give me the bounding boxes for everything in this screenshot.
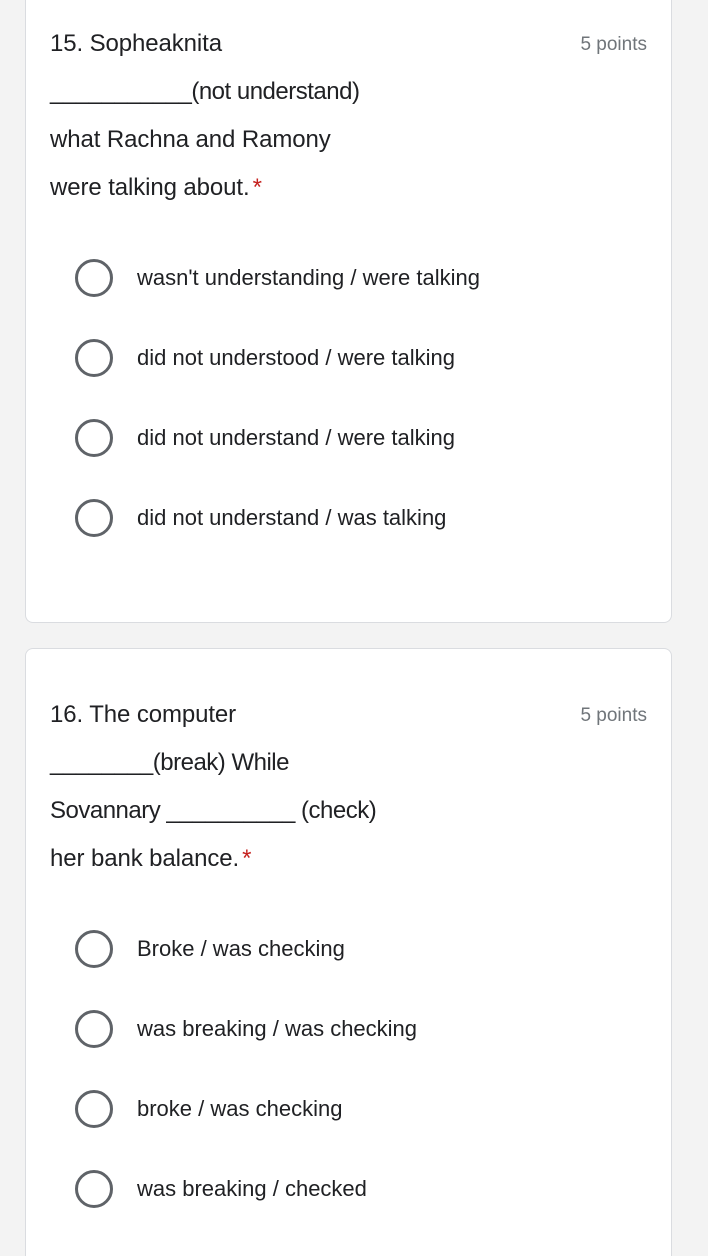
question-15-option-2-label: did not understood / were talking — [137, 345, 455, 370]
question-15-required-asterisk: * — [252, 174, 262, 201]
question-15-title-line-1: 15. Sopheaknita — [50, 30, 222, 57]
radio-button-icon[interactable] — [75, 419, 113, 457]
question-card-16-body: 16. The computer ________(break) While Sov… — [26, 649, 671, 1239]
question-15-option-1[interactable]: wasn't understanding / were talking — [50, 238, 647, 318]
question-16-header: 16. The computer ________(break) While Sov… — [50, 691, 647, 883]
radio-button-icon[interactable] — [75, 339, 113, 377]
question-15-title: 15. Sopheaknita ___________(not understan… — [50, 20, 568, 212]
question-15-title-line-3: what Rachna and Ramony — [50, 126, 331, 153]
radio-button-icon[interactable] — [75, 259, 113, 297]
question-16-title: 16. The computer ________(break) While Sov… — [50, 691, 568, 883]
radio-button-icon[interactable] — [75, 499, 113, 537]
question-15-option-3[interactable]: did not understand / were talking — [50, 398, 647, 478]
question-16-option-3-label: broke / was checking — [137, 1096, 343, 1121]
question-15-options: wasn't understanding / were talking did … — [50, 238, 647, 568]
question-16-required-asterisk: * — [242, 845, 252, 872]
question-16-option-1-label: Broke / was checking — [137, 936, 345, 961]
question-16-option-3[interactable]: broke / was checking — [50, 1069, 647, 1149]
question-15-option-4[interactable]: did not understand / was talking — [50, 478, 647, 558]
question-16-option-4[interactable]: was breaking / checked — [50, 1149, 647, 1229]
question-16-option-4-label: was breaking / checked — [137, 1176, 367, 1201]
radio-button-icon[interactable] — [75, 1010, 113, 1048]
question-15-points: 5 points — [580, 34, 647, 55]
question-16-option-2-label: was breaking / was checking — [137, 1016, 418, 1041]
question-16-title-line-2: ________(break) While — [50, 749, 289, 776]
question-15-title-line-2: ___________(not understand) — [50, 78, 360, 105]
question-15-option-3-label: did not understand / were talking — [137, 425, 455, 450]
question-16-title-line-4: her bank balance. — [50, 845, 240, 872]
radio-button-icon[interactable] — [75, 1090, 113, 1128]
question-16-title-line-3: Sovannary __________ (check) — [50, 797, 377, 824]
question-15-option-4-label: did not understand / was talking — [137, 505, 447, 530]
radio-button-icon[interactable] — [75, 1170, 113, 1208]
form-question-list: 15. Sopheaknita ___________(not understan… — [0, 0, 708, 1256]
radio-button-icon[interactable] — [75, 930, 113, 968]
question-card-15: 15. Sopheaknita ___________(not understan… — [25, 0, 672, 623]
question-16-options: Broke / was checking was breaking / was … — [50, 909, 647, 1239]
question-card-16: 16. The computer ________(break) While Sov… — [25, 648, 672, 1256]
question-16-title-line-1: 16. The computer — [50, 701, 237, 728]
question-16-option-1[interactable]: Broke / was checking — [50, 909, 647, 989]
question-card-15-body: 15. Sopheaknita ___________(not understan… — [26, 0, 671, 568]
question-15-header: 15. Sopheaknita ___________(not understan… — [50, 20, 647, 212]
question-15-option-1-label: wasn't understanding / were talking — [137, 265, 480, 290]
question-16-option-2[interactable]: was breaking / was checking — [50, 989, 647, 1069]
question-15-title-line-4: were talking about. — [50, 174, 250, 201]
question-15-option-2[interactable]: did not understood / were talking — [50, 318, 647, 398]
question-16-points: 5 points — [580, 705, 647, 726]
